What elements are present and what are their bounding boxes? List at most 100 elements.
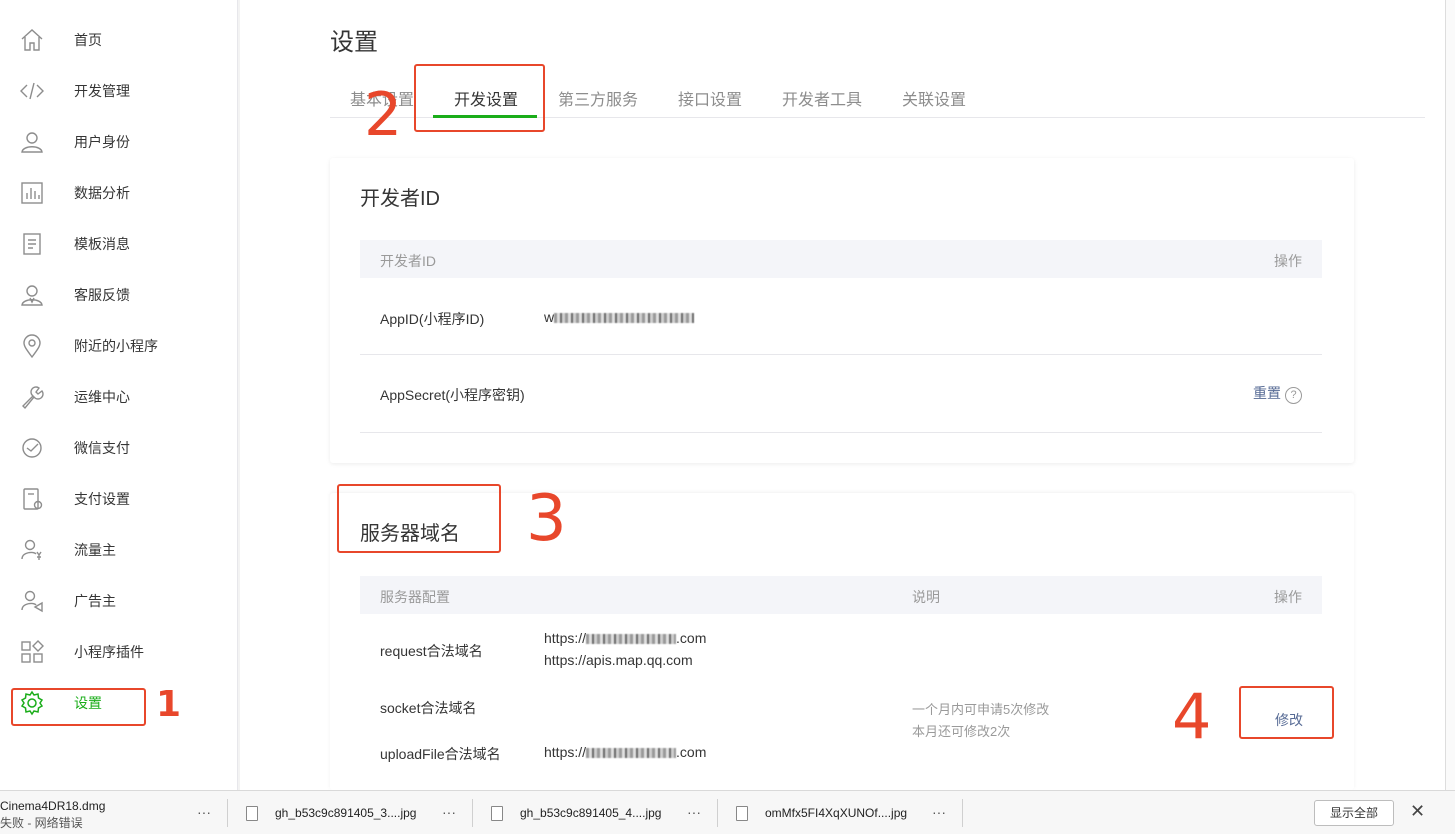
header-action: 操作 <box>1274 253 1302 269</box>
sidebar-item-label: 数据分析 <box>74 185 130 201</box>
annotation-number-2: 2 <box>364 80 403 150</box>
annotation-number-4: 4 <box>1172 680 1212 753</box>
advertiser-icon <box>18 587 46 615</box>
show-all-button[interactable]: 显示全部 <box>1314 800 1394 826</box>
divider <box>717 799 718 827</box>
sidebar-item-label: 小程序插件 <box>74 644 144 660</box>
download-item[interactable]: omMfx5FI4XqXUNOf....jpg ··· <box>722 791 962 834</box>
download-more-button[interactable]: ··· <box>932 804 946 820</box>
tab-linked-settings[interactable]: 关联设置 <box>902 86 966 110</box>
sidebar-item-template-message[interactable]: 模板消息 <box>0 224 238 264</box>
download-item[interactable]: gh_b53c9c891405_3....jpg ··· <box>232 791 472 834</box>
request-domain-1-suffix: .com <box>676 630 707 646</box>
header-description: 说明 <box>912 589 940 605</box>
sidebar-item-label: 微信支付 <box>74 440 130 456</box>
close-icon[interactable]: ✕ <box>1410 801 1425 822</box>
payment-settings-icon <box>18 485 46 513</box>
header-action: 操作 <box>1274 589 1302 605</box>
uploadfile-domain-suffix: .com <box>676 744 707 760</box>
sidebar-item-customer-feedback[interactable]: 客服反馈 <box>0 275 238 315</box>
code-icon <box>18 77 46 105</box>
traffic-owner-icon <box>18 536 46 564</box>
file-icon <box>491 806 503 821</box>
request-domain-1: https:// .com <box>544 630 706 646</box>
tab-third-party[interactable]: 第三方服务 <box>558 86 638 110</box>
sidebar-item-label: 首页 <box>74 32 102 48</box>
sidebar-item-label: 用户身份 <box>74 134 130 150</box>
header-developer-id: 开发者ID <box>380 253 436 269</box>
uploadfile-domain-label: uploadFile合法域名 <box>380 746 501 762</box>
reset-action: 重置? <box>1253 383 1302 404</box>
divider <box>962 799 963 827</box>
wrench-icon <box>18 383 46 411</box>
sidebar-item-label: 开发管理 <box>74 83 130 99</box>
tab-api-settings[interactable]: 接口设置 <box>678 86 742 110</box>
annotation-box-server-domain <box>337 484 501 553</box>
sidebar-item-wechat-pay[interactable]: 微信支付 <box>0 428 238 468</box>
file-icon <box>246 806 258 821</box>
annotation-box-settings <box>11 688 146 726</box>
developer-id-title: 开发者ID <box>360 188 440 210</box>
reset-link[interactable]: 重置 <box>1253 385 1281 401</box>
header-server-config: 服务器配置 <box>380 589 450 605</box>
annotation-box-dev-tab <box>414 64 545 132</box>
sidebar-item-label: 广告主 <box>74 593 116 609</box>
file-icon <box>736 806 748 821</box>
tab-dev-tools[interactable]: 开发者工具 <box>782 86 862 110</box>
download-filename: omMfx5FI4XqXUNOf....jpg <box>765 806 908 820</box>
divider <box>472 799 473 827</box>
sidebar-item-advertiser[interactable]: 广告主 <box>0 581 238 621</box>
payment-icon <box>18 434 46 462</box>
appid-blurred <box>554 313 695 324</box>
page-title: 设置 <box>330 29 378 56</box>
download-filename: gh_b53c9c891405_3....jpg <box>275 806 417 820</box>
download-status: 失败 - 网络错误 <box>0 816 83 830</box>
sidebar-item-traffic-owner[interactable]: 流量主 <box>0 530 238 570</box>
download-more-button[interactable]: ··· <box>687 804 701 820</box>
appsecret-label: AppSecret(小程序密钥) <box>380 387 525 403</box>
sidebar-item-dev-management[interactable]: 开发管理 <box>0 71 238 111</box>
request-domain-1-prefix: https:// <box>544 630 587 646</box>
chart-icon <box>18 179 46 207</box>
uploadfile-domain: https:// .com <box>544 744 706 760</box>
adjacent-window-edge <box>1445 0 1455 790</box>
sidebar-item-data-analysis[interactable]: 数据分析 <box>0 173 238 213</box>
home-icon <box>18 26 46 54</box>
uploadfile-domain-prefix: https:// <box>544 744 587 760</box>
modify-limit-note: 一个月内可申请5次修改 <box>912 702 1050 717</box>
support-icon <box>18 281 46 309</box>
modify-remaining-note: 本月还可修改2次 <box>912 724 1011 739</box>
sidebar-item-user-identity[interactable]: 用户身份 <box>0 122 238 162</box>
download-item[interactable]: Cinema4DR18.dmg 失败 - 网络错误 ··· <box>0 791 225 834</box>
plugin-icon <box>18 638 46 666</box>
request-domain-2: https://apis.map.qq.com <box>544 652 693 668</box>
annotation-number-3: 3 <box>526 482 567 556</box>
document-icon <box>18 230 46 258</box>
sidebar: 首页 开发管理 用户身份 数据分析 模板消息 客服反馈 附近的小程序 运维中心 … <box>0 0 238 790</box>
annotation-number-1: 1 <box>156 684 182 725</box>
download-more-button[interactable]: ··· <box>197 804 211 820</box>
sidebar-item-ops-center[interactable]: 运维中心 <box>0 377 238 417</box>
download-bar: Cinema4DR18.dmg 失败 - 网络错误 ··· gh_b53c9c8… <box>0 790 1455 834</box>
sidebar-item-home[interactable]: 首页 <box>0 20 238 60</box>
request-domain-label: request合法域名 <box>380 643 483 659</box>
sidebar-item-label: 模板消息 <box>74 236 130 252</box>
sidebar-item-label: 运维中心 <box>74 389 130 405</box>
socket-domain-label: socket合法域名 <box>380 700 477 716</box>
user-icon <box>18 128 46 156</box>
sidebar-item-label: 附近的小程序 <box>74 338 158 354</box>
appid-value: w <box>544 309 695 325</box>
sidebar-item-nearby[interactable]: 附近的小程序 <box>0 326 238 366</box>
download-filename: gh_b53c9c891405_4....jpg <box>520 806 662 820</box>
developer-id-table-header: 开发者ID 操作 <box>360 240 1322 278</box>
sidebar-item-label: 客服反馈 <box>74 287 130 303</box>
divider <box>227 799 228 827</box>
sidebar-item-label: 流量主 <box>74 542 116 558</box>
help-icon[interactable]: ? <box>1285 387 1302 404</box>
download-item[interactable]: gh_b53c9c891405_4....jpg ··· <box>477 791 717 834</box>
download-more-button[interactable]: ··· <box>442 804 456 820</box>
sidebar-item-payment-settings[interactable]: 支付设置 <box>0 479 238 519</box>
server-domain-table-header: 服务器配置 说明 操作 <box>360 576 1322 614</box>
sidebar-item-plugins[interactable]: 小程序插件 <box>0 632 238 672</box>
appid-row: AppID(小程序ID) w <box>360 278 1322 355</box>
